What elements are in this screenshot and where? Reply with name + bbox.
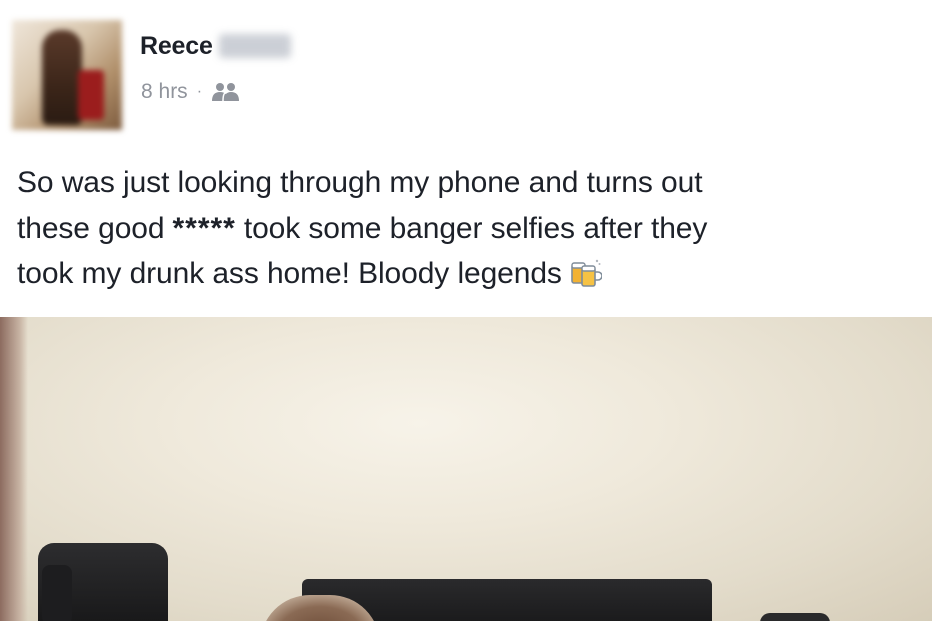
post-text-segment: took some banger selfies after they — [243, 211, 708, 245]
author-avatar[interactable] — [12, 20, 122, 130]
post-photo[interactable] — [0, 317, 932, 621]
post-body: So was just looking through my phone and… — [17, 160, 922, 297]
post-meta: 8 hrs · — [141, 80, 242, 104]
author-name-row: Reece — [140, 28, 291, 64]
censored-word: ***** — [172, 211, 236, 245]
friends-icon[interactable] — [210, 81, 242, 103]
author-surname-redacted — [218, 34, 291, 58]
beer-mugs-emoji-icon — [571, 259, 602, 287]
facebook-post: Reece 8 hrs · So was just looking throug… — [0, 0, 932, 621]
photo-left-shade — [0, 317, 28, 621]
post-timestamp[interactable]: 8 hrs — [141, 80, 188, 104]
avatar-figure — [42, 30, 82, 125]
post-text-line-2: these good ***** took some banger selfies … — [17, 206, 922, 252]
photo-dark-object — [760, 613, 830, 621]
post-text-segment: these good — [17, 211, 165, 245]
post-text-line-1: So was just looking through my phone and… — [17, 166, 703, 199]
post-text-segment: took my drunk ass home! Bloody legends — [17, 257, 562, 290]
post-text-line-3: took my drunk ass home! Bloody legends — [17, 251, 922, 297]
meta-separator: · — [196, 83, 203, 100]
author-name[interactable]: Reece — [140, 32, 213, 61]
avatar-red-shape — [78, 70, 104, 120]
photo-chair-arm — [42, 565, 72, 621]
